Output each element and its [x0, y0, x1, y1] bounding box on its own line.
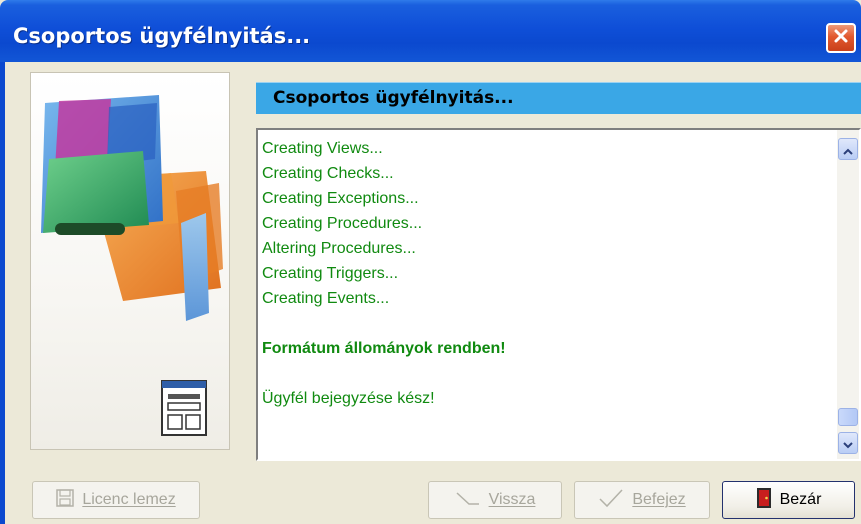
- licenc-disk-label: Licenc lemez: [82, 491, 176, 508]
- window-frame-left: [0, 62, 5, 524]
- close-icon: [833, 28, 849, 48]
- log-spacer: [262, 311, 506, 336]
- finish-button[interactable]: Befejez: [574, 481, 710, 519]
- scroll-thumb[interactable]: [838, 408, 858, 426]
- log-lines: Creating Views... Creating Checks... Cre…: [262, 136, 506, 411]
- log-output[interactable]: Creating Views... Creating Checks... Cre…: [256, 128, 861, 461]
- step-header-banner: Csoportos ügyfélnyitás...: [256, 82, 861, 114]
- wizard-graphic: [41, 95, 223, 321]
- close-window-button[interactable]: [826, 23, 856, 53]
- door-exit-icon: [756, 487, 772, 514]
- log-line: Creating Checks...: [262, 165, 394, 182]
- scroll-down-icon: [843, 434, 853, 453]
- log-scrollbar[interactable]: [837, 130, 859, 459]
- back-button[interactable]: Vissza: [428, 481, 562, 519]
- log-line: Creating Exceptions...: [262, 190, 419, 207]
- step-title: Csoportos ügyfélnyitás...: [273, 88, 514, 108]
- finish-label: Befejez: [632, 491, 686, 508]
- close-label: Bezár: [779, 491, 822, 508]
- title-bar: Csoportos ügyfélnyitás...: [0, 0, 861, 62]
- close-button[interactable]: Bezár: [722, 481, 855, 519]
- log-spacer: [262, 361, 506, 386]
- log-line: Altering Procedures...: [262, 240, 416, 257]
- window-title: Csoportos ügyfélnyitás...: [13, 24, 311, 48]
- log-line: Creating Procedures...: [262, 215, 423, 232]
- wizard-side-panel: [30, 72, 230, 450]
- wizard-window: Csoportos ügyfélnyitás... Csoportos ügyf…: [0, 0, 861, 524]
- floppy-disk-icon: [56, 488, 75, 512]
- scroll-down-button[interactable]: [838, 432, 858, 454]
- back-label: Vissza: [488, 491, 536, 508]
- log-line: Creating Triggers...: [262, 265, 399, 282]
- scroll-up-button[interactable]: [838, 138, 858, 160]
- scroll-up-icon: [843, 140, 853, 159]
- log-line: Creating Events...: [262, 290, 390, 307]
- form-window-icon: [161, 380, 207, 436]
- checkmark-icon: [598, 488, 624, 513]
- status-done-message: Ügyfél bejegyzése kész!: [262, 390, 435, 407]
- status-ok-message: Formátum állományok rendben!: [262, 340, 506, 357]
- log-line: Creating Views...: [262, 140, 383, 157]
- back-arrow-icon: [455, 490, 481, 511]
- licenc-disk-button[interactable]: Licenc lemez: [32, 481, 200, 519]
